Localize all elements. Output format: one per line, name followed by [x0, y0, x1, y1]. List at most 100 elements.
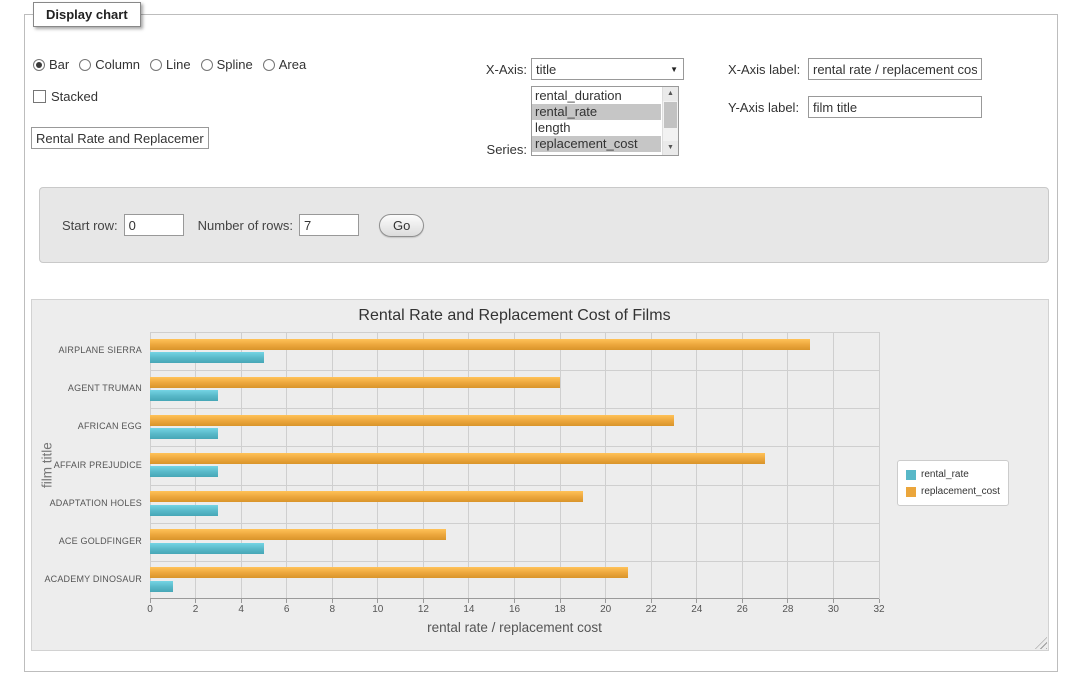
x-tick-label: 24 — [682, 604, 712, 615]
tick-mark — [742, 599, 743, 603]
tick-mark — [195, 599, 196, 603]
chart-type-bar[interactable]: Bar — [33, 57, 69, 72]
bar-replacement_cost[interactable] — [150, 491, 583, 502]
series-select-label: Series: — [445, 142, 527, 157]
display-chart-fieldset: Display chart BarColumnLineSplineArea St… — [24, 14, 1058, 672]
x-tick-label: 32 — [864, 604, 894, 615]
number-of-rows-input[interactable] — [299, 214, 359, 236]
gridline — [879, 332, 880, 599]
radio-icon — [79, 59, 91, 71]
bar-replacement_cost[interactable] — [150, 453, 765, 464]
bar-replacement_cost[interactable] — [150, 529, 446, 540]
bar-rental_rate[interactable] — [150, 390, 218, 401]
go-button[interactable]: Go — [379, 214, 424, 237]
chart-title: Rental Rate and Replacement Cost of Film… — [150, 307, 879, 325]
stacked-checkbox[interactable] — [33, 90, 46, 103]
x-axis-label-input[interactable] — [808, 58, 982, 80]
gridline — [423, 332, 424, 599]
x-tick-label: 12 — [408, 604, 438, 615]
gridline — [605, 332, 606, 599]
legend-item-replacement_cost[interactable]: replacement_cost — [906, 483, 1000, 500]
series-multiselect[interactable]: rental_durationrental_ratelengthreplacem… — [531, 86, 679, 156]
tick-mark — [423, 599, 424, 603]
gridline — [377, 332, 378, 599]
gridline — [150, 523, 879, 524]
bar-replacement_cost[interactable] — [150, 377, 560, 388]
x-axis-select-label: X-Axis: — [445, 62, 527, 77]
legend-swatch — [906, 470, 916, 480]
scroll-down-icon[interactable]: ▼ — [663, 141, 678, 155]
bar-rental_rate[interactable] — [150, 543, 264, 554]
gridline — [833, 332, 834, 599]
chart-type-label: Area — [279, 57, 306, 72]
bar-rental_rate[interactable] — [150, 581, 173, 592]
gridline — [787, 332, 788, 599]
x-tick-label: 4 — [226, 604, 256, 615]
x-axis-select[interactable]: title ▼ — [531, 58, 684, 80]
tick-mark — [605, 599, 606, 603]
start-row-input[interactable] — [124, 214, 184, 236]
category-label: ACE GOLDFINGER — [32, 536, 142, 546]
gridline — [696, 332, 697, 599]
series-option-length[interactable]: length — [532, 120, 661, 136]
stacked-label: Stacked — [51, 89, 98, 104]
category-label: AFRICAN EGG — [32, 421, 142, 431]
chart-type-spline[interactable]: Spline — [201, 57, 253, 72]
tick-mark — [377, 599, 378, 603]
plot-area — [150, 332, 879, 599]
scrollbar[interactable]: ▲ ▼ — [662, 87, 678, 155]
rows-panel: Start row: Number of rows: Go — [39, 187, 1049, 263]
tick-mark — [241, 599, 242, 603]
series-option-replacement_cost[interactable]: replacement_cost — [532, 136, 661, 152]
radio-icon — [33, 59, 45, 71]
chart-type-area[interactable]: Area — [263, 57, 306, 72]
series-option-rental_rate[interactable]: rental_rate — [532, 104, 661, 120]
scroll-thumb[interactable] — [664, 102, 677, 128]
chart-type-label: Line — [166, 57, 191, 72]
category-label: ADAPTATION HOLES — [32, 498, 142, 508]
tick-mark — [651, 599, 652, 603]
chart-panel: Rental Rate and Replacement Cost of Film… — [31, 299, 1049, 651]
gridline — [241, 332, 242, 599]
radio-icon — [201, 59, 213, 71]
radio-icon — [263, 59, 275, 71]
scroll-up-icon[interactable]: ▲ — [663, 87, 678, 101]
category-label: AFFAIR PREJUDICE — [32, 460, 142, 470]
chart-type-line[interactable]: Line — [150, 57, 191, 72]
legend-item-rental_rate[interactable]: rental_rate — [906, 466, 1000, 483]
bar-rental_rate[interactable] — [150, 352, 264, 363]
tick-mark — [696, 599, 697, 603]
chart-type-column[interactable]: Column — [79, 57, 140, 72]
gridline — [651, 332, 652, 599]
x-axis-ticks: 02468101214161820222426283032 — [150, 599, 879, 615]
bar-rental_rate[interactable] — [150, 505, 218, 516]
x-tick-label: 22 — [636, 604, 666, 615]
legend-swatch — [906, 487, 916, 497]
radio-icon — [150, 59, 162, 71]
gridline — [150, 561, 879, 562]
category-label: ACADEMY DINOSAUR — [32, 574, 142, 584]
gridline — [286, 332, 287, 599]
legend-label: rental_rate — [921, 469, 969, 480]
tick-mark — [332, 599, 333, 603]
resize-handle-icon[interactable] — [1035, 637, 1047, 649]
x-tick-label: 10 — [363, 604, 393, 615]
y-axis-label-input[interactable] — [808, 96, 982, 118]
series-option-rental_duration[interactable]: rental_duration — [532, 88, 661, 104]
gridline — [468, 332, 469, 599]
tick-mark — [150, 599, 151, 603]
chart-type-label: Bar — [49, 57, 69, 72]
gridline — [150, 408, 879, 409]
x-tick-label: 6 — [272, 604, 302, 615]
bar-rental_rate[interactable] — [150, 428, 218, 439]
bar-rental_rate[interactable] — [150, 466, 218, 477]
bar-replacement_cost[interactable] — [150, 339, 810, 350]
gridline — [150, 332, 879, 333]
chart-type-radio-group: Bar Column Line Spline Area — [33, 57, 306, 72]
chart-title-input[interactable] — [31, 127, 209, 149]
chart-legend: rental_rate replacement_cost — [897, 460, 1009, 506]
tick-mark — [787, 599, 788, 603]
x-axis-title: rental rate / replacement cost — [150, 620, 879, 635]
bar-replacement_cost[interactable] — [150, 415, 674, 426]
bar-replacement_cost[interactable] — [150, 567, 628, 578]
